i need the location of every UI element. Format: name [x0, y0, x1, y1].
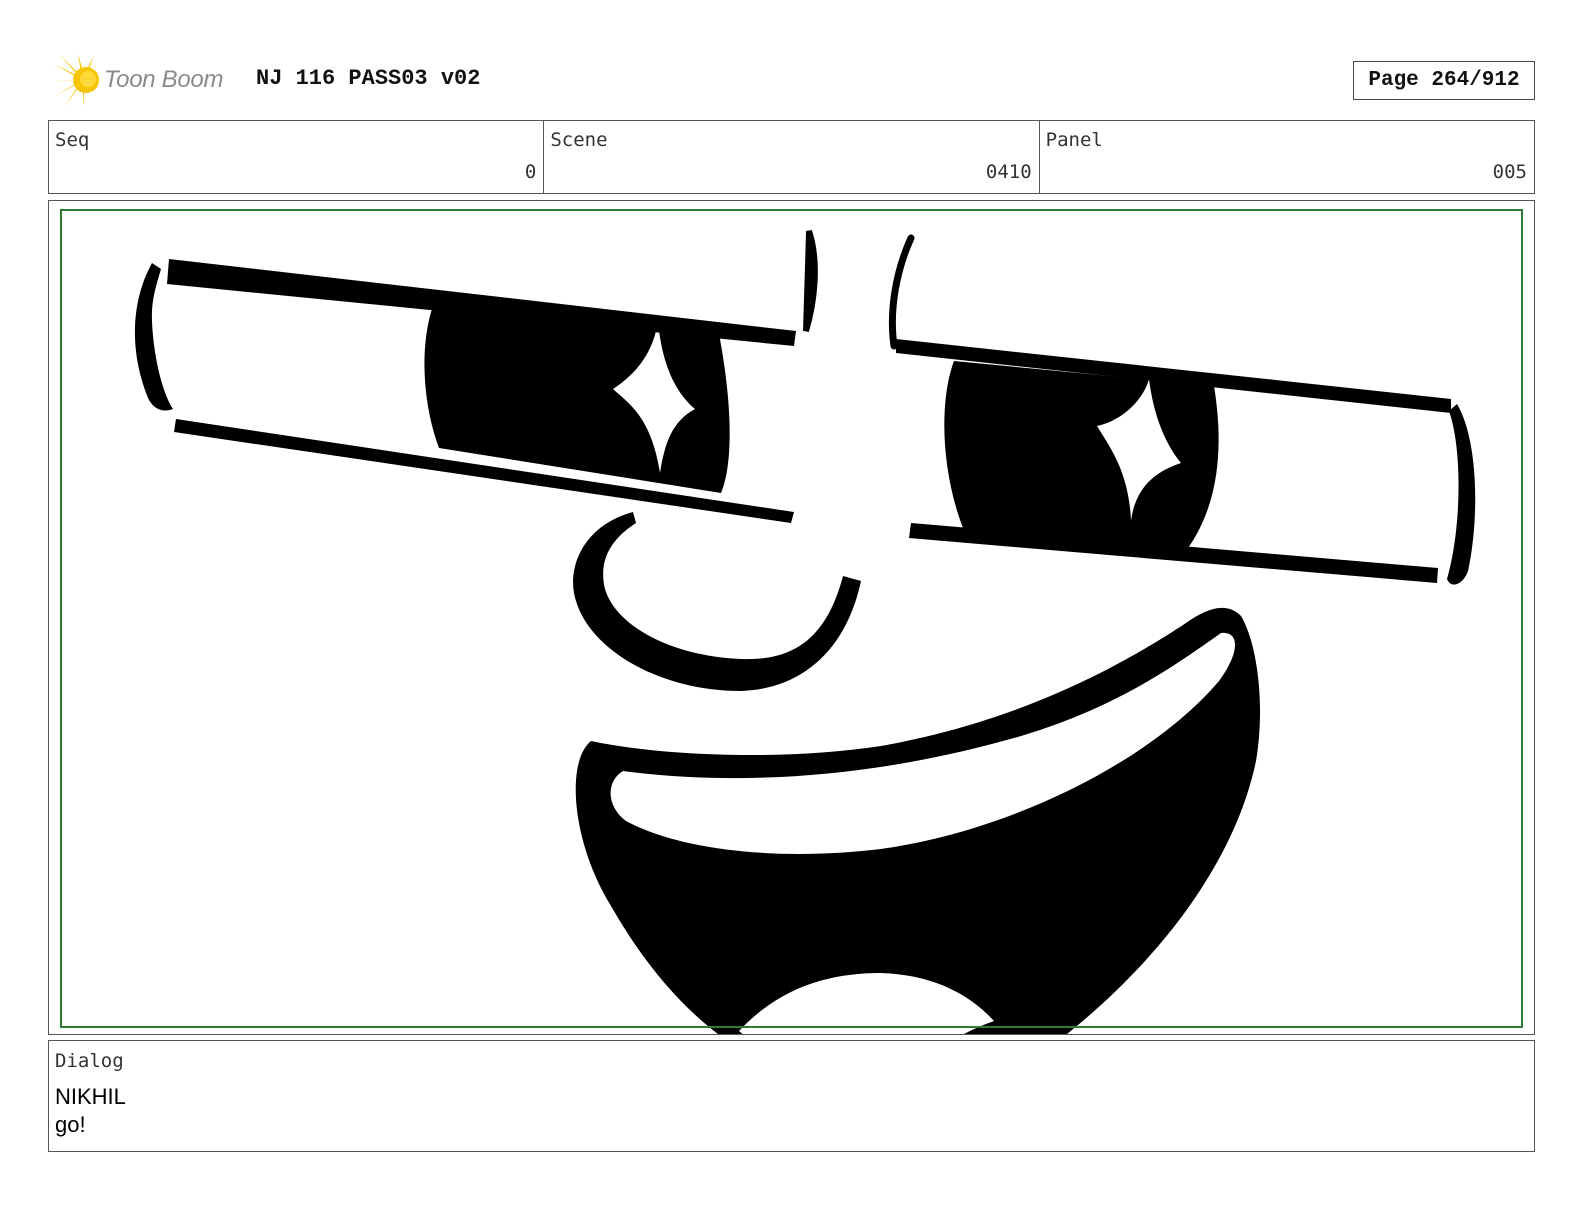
scene-value: 0410	[985, 161, 1032, 183]
logo-text: Toon Boom	[104, 66, 224, 93]
dialog-text: NIKHIL go!	[55, 1083, 126, 1139]
seq-value: 0	[524, 161, 537, 183]
panel-cell: Panel 005	[1040, 121, 1534, 193]
scene-label: Scene	[550, 129, 608, 151]
dialog-label: Dialog	[55, 1050, 124, 1072]
scene-cell: Scene 0410	[544, 121, 1040, 193]
scene-info-row: Seq 0 Scene 0410 Panel 005	[48, 120, 1535, 194]
panel-value: 005	[1492, 161, 1527, 183]
toon-boom-logo: Toon Boom	[50, 52, 223, 108]
page-number: Page 264/912	[1353, 61, 1535, 100]
dialog-box: Dialog NIKHIL go!	[48, 1040, 1535, 1152]
safe-frame	[60, 209, 1523, 1028]
sunburst-icon	[50, 53, 99, 107]
dialog-line: go!	[55, 1112, 86, 1137]
dialog-character: NIKHIL	[55, 1084, 126, 1109]
seq-cell: Seq 0	[49, 121, 545, 193]
document-title: NJ 116 PASS03 v02	[256, 66, 481, 91]
panel-label: Panel	[1045, 129, 1103, 151]
storyboard-panel	[48, 200, 1535, 1035]
seq-label: Seq	[55, 129, 90, 151]
